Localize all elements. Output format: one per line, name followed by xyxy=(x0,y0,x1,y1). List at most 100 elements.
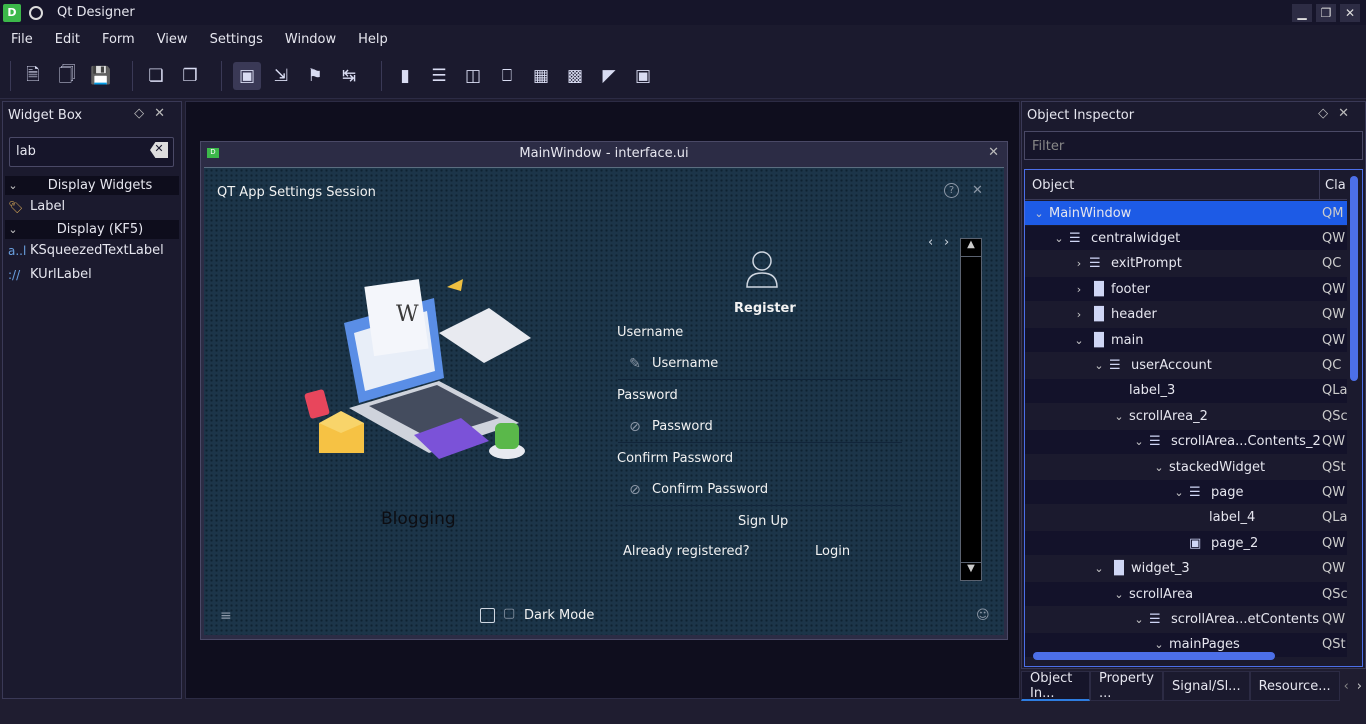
object-tree[interactable]: Object Cla ⌄ MainWindow QM ⌄ ☰ centralwidget Q… xyxy=(1024,169,1363,667)
tree-row[interactable]: ▣ page_2 QW xyxy=(1025,531,1347,556)
signup-button[interactable]: Sign Up xyxy=(738,514,788,529)
tree-row[interactable]: ⌄ ☰ scrollArea...etContents QW xyxy=(1025,607,1347,631)
tab-property-editor[interactable]: Property ... xyxy=(1089,671,1163,701)
tree-row-class: QW xyxy=(1322,230,1346,246)
menu-form[interactable]: Form xyxy=(91,32,146,47)
adjust-size-icon[interactable]: ▣ xyxy=(629,62,657,90)
tree-row[interactable]: ⌄ scrollArea_2 QSc xyxy=(1025,404,1347,428)
panel-float-close-icons[interactable]: ◇✕ xyxy=(134,106,175,121)
menu-file[interactable]: File xyxy=(0,32,44,47)
tab-signal-slot-editor[interactable]: Signal/Sl... xyxy=(1163,671,1250,701)
widget-item-ksqueezedtextlabel[interactable]: a..l KSqueezedTextLabel xyxy=(8,243,164,258)
chevron-down-icon[interactable]: ⌄ xyxy=(1133,613,1145,626)
edit-widgets-icon[interactable]: ▣ xyxy=(233,62,261,90)
help-icon[interactable]: ? xyxy=(944,183,959,198)
column-object-header[interactable]: Object xyxy=(1032,178,1074,193)
clear-search-icon[interactable]: ✕ xyxy=(150,142,168,158)
tree-hscroll-handle[interactable] xyxy=(1033,652,1275,660)
carousel-prev-icon[interactable]: ‹ xyxy=(928,235,933,250)
tree-vscroll-handle[interactable] xyxy=(1350,176,1358,381)
tree-row[interactable]: ⌄ ▐▌ widget_3 QW xyxy=(1025,557,1347,581)
edit-signals-slots-icon[interactable]: ⇲ xyxy=(267,62,295,90)
layout-form-icon[interactable]: ▩ xyxy=(561,62,589,90)
menu-settings[interactable]: Settings xyxy=(199,32,274,47)
chevron-down-icon[interactable]: ⌄ xyxy=(1073,334,1085,347)
chevron-down-icon[interactable]: ⌄ xyxy=(1133,435,1145,448)
chevron-down-icon[interactable]: ⌄ xyxy=(1053,232,1065,245)
chevron-right-icon[interactable]: › xyxy=(1073,283,1085,296)
chevron-down-icon[interactable]: ⌄ xyxy=(1093,562,1105,575)
tree-row[interactable]: ⌄ MainWindow QM xyxy=(1025,201,1347,225)
chevron-down-icon[interactable]: ⌄ xyxy=(1093,359,1105,372)
tree-row[interactable]: ⌄ scrollArea QSc xyxy=(1025,582,1348,606)
panel-float-close-icons[interactable]: ◇✕ xyxy=(1318,106,1359,121)
scroll-down-icon[interactable]: ▼ xyxy=(961,562,981,580)
open-form-icon[interactable]: 🗍 xyxy=(53,62,81,90)
subwindow-close-icon[interactable]: ✕ xyxy=(988,145,999,160)
widget-search-input[interactable]: lab ✕ xyxy=(9,137,174,167)
menu-edit[interactable]: Edit xyxy=(44,32,91,47)
tree-row[interactable]: ⌄ stackedWidget QSt xyxy=(1025,455,1347,479)
chevron-down-icon[interactable]: ⌄ xyxy=(1173,486,1185,499)
vertical-scrollbar[interactable]: ▲ ▼ xyxy=(960,238,982,581)
break-layout-icon[interactable]: ◤ xyxy=(595,62,623,90)
tree-row[interactable]: label_3 QLa xyxy=(1025,378,1347,403)
menu-help[interactable]: Help xyxy=(347,32,399,47)
tab-scroll-right-icon[interactable]: › xyxy=(1353,679,1366,694)
maximize-icon[interactable]: ❐ xyxy=(1316,3,1336,22)
tree-row[interactable]: ⌄ ☰ page QW xyxy=(1025,480,1347,505)
chevron-right-icon[interactable]: › xyxy=(1073,308,1085,321)
tree-row-name: scrollArea...etContents xyxy=(1171,611,1320,627)
scroll-up-icon[interactable]: ▲ xyxy=(961,239,981,257)
username-field[interactable]: ✎ Username xyxy=(618,348,902,380)
tree-row[interactable]: ⌄ ☰ scrollArea...Contents_2 QW xyxy=(1025,429,1347,454)
menu-view[interactable]: View xyxy=(146,32,199,47)
tree-row[interactable]: › ▐▌ footer QW xyxy=(1025,277,1347,302)
minimize-icon[interactable]: ▁ xyxy=(1292,3,1312,22)
chevron-down-icon[interactable]: ⌄ xyxy=(1153,638,1165,651)
tree-row-class: QW xyxy=(1322,434,1346,450)
form-close-icon[interactable]: ✕ xyxy=(972,183,983,198)
user-profile-icon[interactable]: ☺ xyxy=(976,608,990,623)
layout-grid-icon[interactable]: ▦ xyxy=(527,62,555,90)
tree-row[interactable]: ⌄ ▐▌ main QW xyxy=(1025,328,1347,352)
dark-mode-checkbox[interactable] xyxy=(480,608,495,623)
widget-item-label[interactable]: 🏷 Label xyxy=(8,199,65,214)
new-form-icon[interactable]: 🗎 xyxy=(19,62,47,90)
tab-object-inspector[interactable]: Object In... xyxy=(1021,671,1090,701)
tree-row[interactable]: label_4 QLa xyxy=(1025,506,1347,530)
tree-row[interactable]: › ☰ exitPrompt QC xyxy=(1025,252,1347,276)
chevron-down-icon[interactable]: ⌄ xyxy=(1153,461,1165,474)
send-to-back-icon[interactable]: ❏ xyxy=(142,62,170,90)
category-display-kf5[interactable]: ⌄ Display (KF5) xyxy=(5,220,179,239)
menu-hamburger-icon[interactable]: ≡ xyxy=(220,608,232,624)
menu-window[interactable]: Window xyxy=(274,32,347,47)
save-form-icon[interactable]: 💾 xyxy=(87,62,115,90)
chevron-down-icon[interactable]: ⌄ xyxy=(1033,207,1045,220)
tab-resource-browser[interactable]: Resource... xyxy=(1249,671,1340,701)
edit-tab-order-icon[interactable]: ↹ xyxy=(335,62,363,90)
edit-buddies-icon[interactable]: ⚑ xyxy=(301,62,329,90)
object-filter-input[interactable]: Filter xyxy=(1024,131,1363,160)
tree-row[interactable]: ⌄ ☰ centralwidget QW xyxy=(1025,226,1347,251)
chevron-down-icon[interactable]: ⌄ xyxy=(1113,588,1125,601)
layout-horizontal-icon[interactable]: ▮ xyxy=(391,62,419,90)
pin-icon[interactable] xyxy=(29,5,43,20)
chevron-right-icon[interactable]: › xyxy=(1073,257,1085,270)
tab-scroll-left-icon[interactable]: ‹ xyxy=(1340,679,1353,694)
layout-vertical-splitter-icon[interactable]: ⎕ xyxy=(493,62,521,90)
chevron-down-icon[interactable]: ⌄ xyxy=(1113,410,1125,423)
category-display-widgets[interactable]: ⌄ Display Widgets xyxy=(5,176,179,195)
column-class-header[interactable]: Cla xyxy=(1325,178,1346,193)
login-button[interactable]: Login xyxy=(815,544,850,559)
tree-row[interactable]: ⌄ ☰ userAccount QC xyxy=(1025,353,1347,377)
confirm-password-field[interactable]: ⊘ Confirm Password xyxy=(618,474,902,506)
bring-to-front-icon[interactable]: ❐ xyxy=(176,62,204,90)
close-icon[interactable]: ✕ xyxy=(1340,3,1360,22)
widget-item-kurllabel[interactable]: :// KUrlLabel xyxy=(8,267,92,282)
tree-row[interactable]: › ▐▌ header QW xyxy=(1025,303,1347,327)
layout-horizontal-splitter-icon[interactable]: ◫ xyxy=(459,62,487,90)
password-field[interactable]: ⊘ Password xyxy=(618,411,902,443)
layout-vertical-icon[interactable]: ☰ xyxy=(425,62,453,90)
carousel-next-icon[interactable]: › xyxy=(944,235,949,250)
